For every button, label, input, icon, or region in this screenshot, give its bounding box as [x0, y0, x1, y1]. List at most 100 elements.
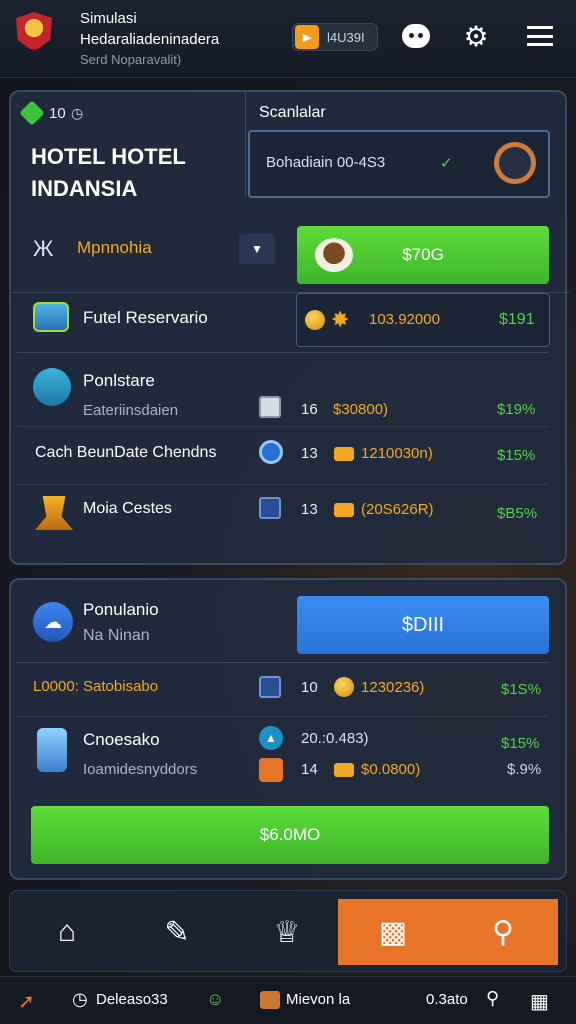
- row-qty: 14: [301, 761, 318, 778]
- reservation-box[interactable]: ✸ 103.92000 $191: [296, 293, 550, 347]
- scan-label: Scanlalar: [259, 104, 326, 121]
- scan-dial-icon: [494, 142, 536, 184]
- status-item2: Mievon la: [286, 991, 351, 1008]
- trophy-icon: [35, 496, 73, 530]
- reservation-amount: 103.92000: [369, 311, 440, 328]
- calendar-icon: [259, 676, 281, 698]
- box-icon: [259, 758, 283, 782]
- population-subtitle: Na Ninan: [83, 627, 150, 644]
- location-pin-icon[interactable]: ⚲: [486, 988, 499, 1009]
- cloud-icon: ☁: [33, 602, 73, 642]
- people-icon: ☺: [206, 989, 225, 1009]
- divider: [17, 352, 549, 353]
- reservation-label: Futel Reservario: [83, 308, 208, 327]
- collect-button[interactable]: $6.0MO: [31, 806, 549, 864]
- counter-value: 10: [49, 105, 66, 122]
- coin-icon: [305, 310, 325, 330]
- app-subtitle: Serd Noparavalit): [80, 52, 182, 67]
- bottom-nav: ⌂ ✎ ♕ ▩ ⚲: [9, 890, 567, 972]
- row-qty: 10: [301, 679, 318, 696]
- list-header-title: Ponlstare: [83, 371, 155, 390]
- divider: [17, 662, 549, 663]
- clock-icon: ◷: [72, 989, 88, 1009]
- row-label: Moia Cestes: [83, 500, 172, 517]
- trophy-icon[interactable]: ♕: [232, 899, 342, 965]
- row-qty: 20.:0.483): [301, 730, 369, 747]
- search-icon[interactable]: ⚲: [448, 899, 558, 965]
- row-label: Ioamidesnyddors: [83, 761, 198, 778]
- hotel-name-line1: HOTEL HOTEL: [31, 144, 186, 169]
- row-label: Cach BeunDate Chendns: [35, 444, 217, 461]
- row-qty: 13: [301, 445, 318, 462]
- status-item1: Deleaso33: [96, 991, 168, 1008]
- app-title-line1: Simulasi: [80, 10, 137, 27]
- calendar-icon: [259, 497, 281, 519]
- category-icon: Ж: [33, 236, 54, 261]
- cash-icon: [19, 100, 45, 126]
- gear-icon[interactable]: ⚙: [460, 20, 492, 52]
- coffee-button[interactable]: $70G: [297, 226, 549, 284]
- header-divider: [245, 92, 246, 197]
- status-bar: ➚ ◷ Deleaso33 ☺ Mievon la 0.3ato ⚲ ▦: [0, 976, 576, 1024]
- clock-icon: ◷: [71, 105, 84, 121]
- emblem-icon: [16, 12, 52, 52]
- edit-icon[interactable]: ✎: [122, 899, 232, 965]
- hotel-panel: 10 ◷ HOTEL HOTEL INDANSIA Scanlalar Boha…: [9, 90, 569, 565]
- row-pct: $B5%: [497, 505, 538, 522]
- scan-box-text: Bohadiain 00-4S3: [266, 154, 386, 171]
- tower-icon: [37, 728, 67, 772]
- home-icon[interactable]: ⌂: [12, 899, 122, 965]
- gear-coin-icon: ✸: [331, 307, 350, 332]
- hotel-name-line2: INDANSIA: [31, 176, 138, 201]
- row-label: L0000: Satobisabo: [33, 678, 159, 695]
- top-bar: Simulasi Hedaraliadeninadera Serd Nopara…: [0, 0, 576, 78]
- ticket-icon: [334, 447, 354, 461]
- row-qty: 13: [301, 501, 318, 518]
- row-qty: 16: [301, 401, 318, 418]
- population-button[interactable]: $DIII: [297, 596, 549, 654]
- ticket-icon: [334, 503, 354, 517]
- coffee-button-label: $70G: [402, 245, 444, 264]
- chest-icon: [260, 991, 280, 1009]
- row-amount: $0.0800): [361, 761, 421, 778]
- card-icon[interactable]: ▩: [338, 899, 448, 965]
- bot-face-icon[interactable]: [400, 20, 432, 52]
- row-label: Cnoesako: [83, 730, 160, 749]
- pencil-badge-icon: [33, 368, 71, 406]
- coin-icon: [334, 677, 354, 697]
- row-pct: $19%: [497, 401, 536, 418]
- row-amount: 1230236): [361, 679, 425, 696]
- badge-value: l4U39I: [327, 29, 365, 45]
- row-amount: $30800): [333, 401, 389, 418]
- divider: [17, 716, 549, 717]
- row-amount: 1210030n): [361, 445, 433, 462]
- row-pct: $1S%: [501, 681, 542, 698]
- play-icon: ▶: [295, 25, 319, 49]
- check-icon: ✓: [440, 155, 453, 172]
- population-title: Ponulanio: [83, 600, 159, 619]
- row-pct: $15%: [497, 447, 536, 464]
- divider: [17, 426, 549, 427]
- app-title-line2: Hedaraliadeninadera: [80, 31, 220, 48]
- scan-box[interactable]: Bohadiain 00-4S3 ✓: [248, 130, 550, 198]
- ticket-icon: [334, 763, 354, 777]
- row-pct: $.9%: [507, 761, 542, 778]
- arrow-icon: ➚: [18, 991, 35, 1013]
- reservation-price: $191: [499, 311, 535, 328]
- hamburger-menu-icon[interactable]: [524, 20, 556, 52]
- reservation-icon: [33, 302, 69, 332]
- circle-icon: [259, 440, 283, 464]
- chevron-down-icon[interactable]: ▼: [239, 234, 275, 264]
- category-label: Mpnnohia: [77, 238, 152, 257]
- sail-icon: ▲: [259, 726, 283, 750]
- coffee-cup-icon: [315, 238, 353, 272]
- population-panel: ☁ Ponulanio Na Ninan $DIII L0000: Satobi…: [9, 578, 567, 880]
- grid-icon[interactable]: ▦: [530, 989, 549, 1014]
- divider: [17, 484, 549, 485]
- row-pct: $15%: [501, 735, 540, 752]
- list-header-subtitle: Eateriinsdaien: [83, 402, 179, 419]
- status-item3: 0.3ato: [426, 991, 468, 1008]
- row-amount: (20S626R): [361, 501, 434, 518]
- receipt-icon: [259, 396, 281, 418]
- currency-badge[interactable]: ▶ l4U39I: [292, 23, 378, 51]
